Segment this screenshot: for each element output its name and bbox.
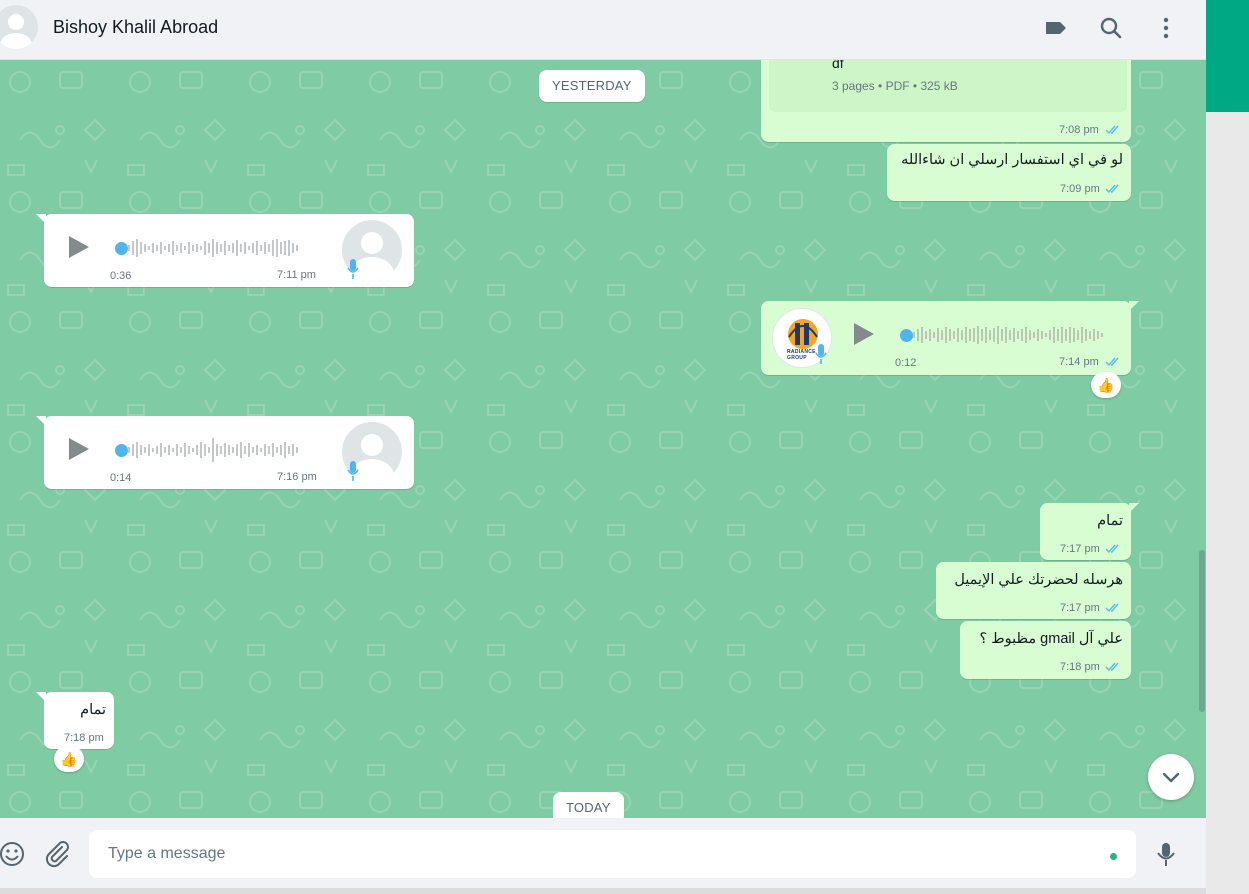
side-panel-body	[1206, 112, 1249, 894]
incoming-voice-message[interactable]: 0:36 7:11 pm	[36, 214, 414, 287]
read-ticks-icon	[1105, 184, 1119, 194]
chat-area[interactable]: YESTERDAY df 3 pages • PDF • 325 kB 7:08…	[0, 60, 1206, 818]
side-panel-accent	[1206, 0, 1249, 112]
outgoing-voice-message[interactable]: RADIANCE GROUP 0:12 7:14 pm	[761, 301, 1139, 375]
read-ticks-icon	[1105, 125, 1119, 135]
contact-name[interactable]: Bishoy Khalil Abroad	[53, 17, 218, 38]
message-time: 7:17 pm	[1060, 543, 1100, 555]
attach-icon[interactable]	[42, 840, 70, 868]
message-time: 7:18 pm	[64, 732, 104, 744]
message-time: 7:14 pm	[1059, 356, 1099, 368]
play-icon[interactable]	[69, 236, 89, 258]
outgoing-message[interactable]: هرسله لحضرتك علي الإيميل 7:17 pm	[936, 562, 1131, 619]
mic-icon	[815, 344, 827, 364]
composer-bar	[0, 818, 1206, 894]
menu-icon[interactable]	[1153, 15, 1179, 41]
message-text: علي آل gmail مظبوط ؟	[979, 631, 1123, 647]
microphone-icon[interactable]	[1152, 840, 1180, 868]
whatsapp-app: Bishoy Khalil Abroad YESTERDAY df 3 page…	[0, 0, 1206, 894]
voice-duration: 0:14	[110, 472, 132, 484]
chat-header: Bishoy Khalil Abroad	[0, 0, 1206, 60]
message-input[interactable]	[89, 830, 1089, 878]
emoji-icon[interactable]	[0, 840, 26, 868]
label-icon[interactable]	[1043, 15, 1069, 41]
read-ticks-icon	[1105, 357, 1119, 367]
outgoing-message[interactable]: لو في اي استفسار ارسلي ان شاءالله 7:09 p…	[887, 144, 1131, 201]
message-time: 7:08 pm	[1059, 124, 1099, 136]
date-chip-yesterday: YESTERDAY	[539, 70, 645, 102]
message-time: 7:17 pm	[1060, 602, 1100, 614]
mic-icon	[347, 259, 359, 279]
read-ticks-icon	[1105, 544, 1119, 554]
read-ticks-icon	[1105, 603, 1119, 613]
voice-waveform[interactable]	[128, 236, 314, 260]
voice-progress-dot[interactable]	[115, 444, 128, 457]
message-text: تمام	[1097, 513, 1123, 529]
window-bottom-edge	[0, 888, 1206, 894]
voice-duration: 0:36	[110, 270, 132, 282]
voice-waveform[interactable]	[128, 438, 314, 462]
play-icon[interactable]	[854, 323, 874, 345]
chevron-down-icon	[1162, 772, 1180, 783]
date-chip-today: TODAY	[553, 792, 624, 818]
document-message[interactable]: df 3 pages • PDF • 325 kB 7:08 pm	[761, 60, 1131, 142]
mic-icon	[347, 461, 359, 481]
message-time: 7:11 pm	[277, 269, 316, 281]
message-text: هرسله لحضرتك علي الإيميل	[954, 572, 1123, 588]
message-time: 7:18 pm	[1060, 661, 1100, 673]
outgoing-message[interactable]: علي آل gmail مظبوط ؟ 7:18 pm	[960, 621, 1131, 679]
reaction-thumbs-up[interactable]: 👍	[1091, 372, 1121, 398]
play-icon[interactable]	[69, 438, 89, 460]
reaction-thumbs-up[interactable]: 👍	[54, 746, 84, 772]
document-name: df	[832, 60, 844, 71]
grammar-indicator-dot	[1110, 853, 1117, 860]
chat-scrollbar[interactable]	[1199, 550, 1205, 712]
search-icon[interactable]	[1098, 15, 1124, 41]
voice-progress-dot[interactable]	[900, 329, 913, 342]
message-time: 7:09 pm	[1060, 183, 1100, 195]
read-ticks-icon	[1105, 662, 1119, 672]
scroll-to-bottom-button[interactable]	[1148, 754, 1194, 800]
message-text: تمام	[80, 702, 106, 718]
message-input-wrapper[interactable]	[89, 830, 1136, 878]
incoming-voice-message[interactable]: 0:14 7:16 pm	[36, 416, 414, 489]
voice-waveform[interactable]	[913, 323, 1109, 347]
voice-duration: 0:12	[895, 357, 917, 369]
incoming-message[interactable]: تمام 7:18 pm	[36, 692, 114, 749]
voice-progress-dot[interactable]	[115, 242, 128, 255]
outgoing-message[interactable]: تمام 7:17 pm	[1040, 503, 1139, 560]
message-text: لو في اي استفسار ارسلي ان شاءالله	[901, 152, 1123, 168]
side-panel-edge	[1206, 0, 1249, 894]
message-time: 7:16 pm	[277, 471, 317, 483]
document-meta: 3 pages • PDF • 325 kB	[832, 79, 958, 93]
contact-avatar[interactable]	[0, 5, 38, 49]
document-card[interactable]: df 3 pages • PDF • 325 kB	[769, 60, 1127, 112]
